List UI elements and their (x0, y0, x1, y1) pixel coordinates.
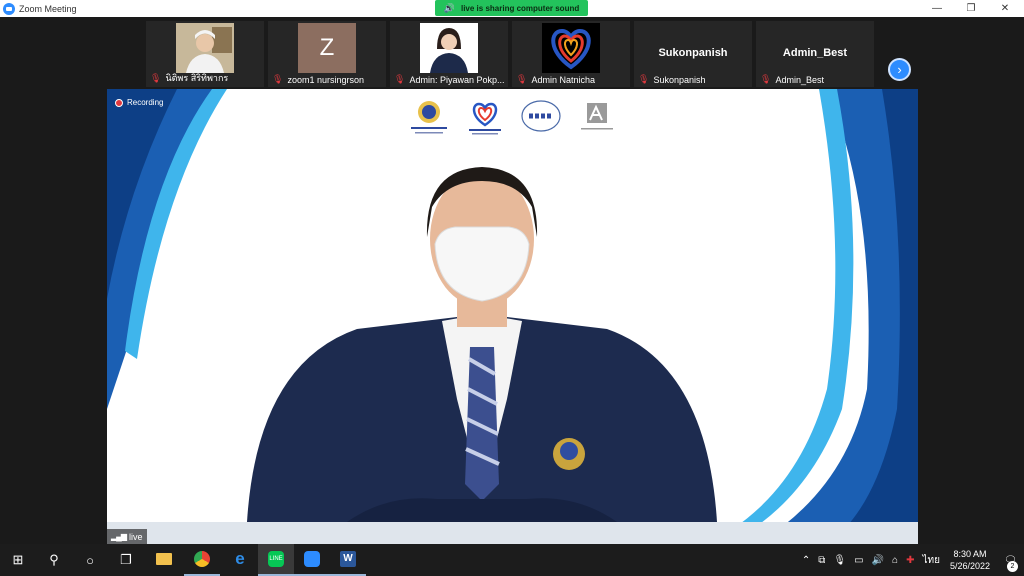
volume-icon[interactable]: 🔊 (872, 555, 884, 566)
next-page-button[interactable]: › (888, 58, 911, 81)
clock-time: 8:30 AM (953, 549, 987, 559)
sharing-sound-banner[interactable]: 🔊 live is sharing computer sound (435, 0, 588, 16)
chrome-button[interactable] (184, 544, 220, 576)
participant-tile[interactable]: Admin_Best 🎙 Admin_Best (756, 21, 874, 87)
participant-tile[interactable]: 🎙 นิติพร สิริทิพากร (146, 21, 264, 87)
minimize-button[interactable]: — (920, 0, 954, 17)
participant-tile[interactable]: Sukonpanish 🎙 Sukonpanish (634, 21, 752, 87)
network-icon[interactable]: ⌂ (892, 555, 898, 566)
participant-caption: 🎙 นิติพร สิริทิพากร (150, 71, 228, 85)
clock-date: 5/26/2022 (949, 561, 990, 571)
file-explorer-button[interactable] (146, 544, 182, 576)
participant-tile[interactable]: 🎙 Admin Natnicha (512, 21, 630, 87)
line-icon: LINE (268, 551, 284, 567)
window-title: Zoom Meeting (19, 3, 77, 14)
participant-name: Sukonpanish (653, 74, 706, 85)
participant-caption: 🎙 Admin: Piyawan Pokp... (394, 74, 504, 85)
mic-muted-icon: 🎙 (760, 74, 772, 84)
background-swoosh (107, 89, 918, 544)
meet-now-icon[interactable]: ⧉ (818, 555, 825, 566)
az-logo (575, 99, 619, 137)
zoom-icon (3, 2, 15, 15)
participant-display-name: Sukonpanish (658, 47, 728, 59)
sponsor-logos (407, 99, 622, 141)
participant-display-name: Admin_Best (782, 47, 848, 59)
participant-caption: 🎙 Admin_Best (760, 74, 824, 85)
participant-photo (420, 23, 478, 73)
start-button[interactable]: ⊞ (0, 544, 36, 576)
participant-tile[interactable]: 🎙 Admin: Piyawan Pokp... (390, 21, 508, 87)
system-tray: ⌃ ⧉ 🎙 ▭ 🔊 ⌂ ✚ ไทย 8:30 AM 5/26/2022 🗨 2 (798, 544, 1024, 576)
chevron-up-icon[interactable]: ⌃ (802, 555, 810, 566)
participant-avatar: Z (298, 23, 356, 73)
title-bar: Zoom Meeting 🔊 live is sharing computer … (0, 0, 1024, 17)
recording-label: Recording (127, 98, 164, 107)
search-button[interactable]: ⚲ (36, 544, 72, 576)
record-icon (115, 98, 123, 107)
live-label: live (128, 531, 143, 542)
app-tray-icon[interactable]: ✚ (906, 555, 914, 566)
restore-button[interactable]: ❐ (954, 0, 988, 17)
word-icon: W (340, 551, 356, 567)
sharing-sound-text: live is sharing computer sound (460, 3, 580, 13)
chevron-right-icon: › (897, 62, 902, 77)
cortana-circle-icon: ○ (86, 552, 94, 568)
participant-name: นิติพร สิริทิพากร (165, 73, 229, 83)
zoom-taskbar-button[interactable] (294, 544, 330, 576)
notifications-button[interactable]: 🗨 2 (1000, 555, 1020, 572)
chrome-icon (194, 551, 210, 567)
folder-icon (156, 553, 172, 565)
microphone-icon[interactable]: 🎙 (833, 555, 846, 566)
clock[interactable]: 8:30 AM 5/26/2022 (950, 548, 990, 572)
participant-name: zoom1 nursingrson (287, 74, 364, 85)
battery-icon[interactable]: ▭ (854, 555, 863, 566)
participant-name: Admin Natnicha (531, 74, 595, 85)
input-language[interactable]: ไทย (922, 553, 939, 568)
participant-tile[interactable]: Z 🎙 zoom1 nursingrson (268, 21, 386, 87)
cortana-button[interactable]: ○ (72, 544, 108, 576)
mic-muted-icon: 🎙 (516, 74, 528, 84)
edge-button[interactable]: e (222, 544, 258, 576)
mic-muted-icon: 🎙 (150, 72, 162, 83)
shared-video-stage: Recording ▂▄▆ live (107, 89, 918, 544)
mic-muted-icon: 🎙 (638, 74, 650, 84)
participant-name: Admin: Piyawan Pokp... (409, 74, 505, 85)
mic-muted-icon: 🎙 (272, 74, 284, 84)
notification-count: 2 (1007, 560, 1018, 572)
word-button[interactable]: W (330, 544, 366, 576)
search-icon: ⚲ (49, 552, 59, 567)
zoom-icon (304, 551, 320, 567)
zoom-meeting-window: Zoom Meeting 🔊 live is sharing computer … (0, 0, 1024, 544)
participant-name: Admin_Best (775, 74, 824, 85)
edge-icon: e (235, 549, 245, 568)
participant-caption: 🎙 zoom1 nursingrson (272, 74, 364, 85)
university-seal-logo (407, 99, 451, 137)
heart-logo (463, 99, 507, 137)
participant-caption: 🎙 Sukonpanish (638, 74, 705, 85)
tnsd-logo (519, 99, 563, 137)
speaker-icon: 🔊 (443, 2, 455, 13)
signal-bars-icon: ▂▄▆ (111, 532, 127, 541)
participant-photo (176, 23, 234, 73)
task-view-button[interactable]: ❐ (108, 544, 144, 576)
windows-taskbar: ⊞ ⚲ ○ ❐ e LINE W ⌃ ⧉ 🎙 ▭ 🔊 ⌂ ✚ ไทย 8:30 … (0, 544, 1024, 576)
close-button[interactable]: ✕ (988, 0, 1022, 17)
windows-logo-icon: ⊞ (12, 552, 24, 567)
mic-muted-icon: 🎙 (394, 74, 406, 84)
recording-indicator[interactable]: Recording (115, 98, 163, 107)
task-view-icon: ❐ (120, 552, 132, 567)
participant-caption: 🎙 Admin Natnicha (516, 74, 595, 85)
line-button[interactable]: LINE (258, 544, 294, 576)
participant-gallery: 🎙 นิติพร สิริทิพากร Z 🎙 zoom1 nursingrso… (0, 17, 1024, 88)
participant-logo (542, 23, 600, 73)
live-badge: ▂▄▆ live (107, 529, 147, 544)
